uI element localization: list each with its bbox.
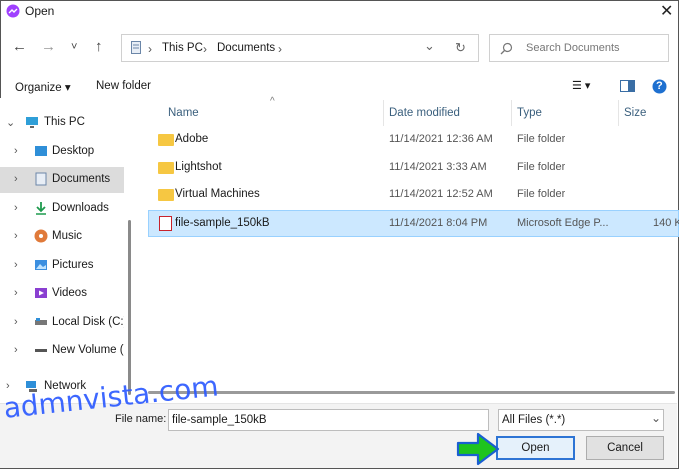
new-folder-button[interactable]: New folder (96, 80, 151, 92)
file-type: File folder (517, 161, 566, 173)
sidebar-item-videos[interactable]: › Videos (0, 281, 124, 307)
file-row-lightshot[interactable]: Lightshot 11/14/2021 3:33 AM File folder (148, 155, 679, 182)
help-label: ? (656, 80, 663, 92)
search-icon (500, 42, 513, 55)
chevron-right-icon[interactable]: › (14, 230, 18, 242)
chevron-down-icon[interactable]: ⌄ (6, 116, 15, 129)
folder-icon (158, 189, 174, 201)
breadcrumb-this-pc[interactable]: This PC (162, 42, 203, 54)
horizontal-scrollbar[interactable] (148, 391, 675, 394)
column-divider[interactable] (511, 100, 512, 126)
file-type: File folder (517, 133, 566, 145)
music-icon (34, 229, 48, 243)
sidebar-item-label: Downloads (52, 202, 109, 214)
sidebar-item-label: Pictures (52, 259, 94, 271)
sidebar-item-label: Music (52, 230, 83, 242)
messenger-icon (6, 4, 20, 18)
sidebar-item-label: New Volume (D (52, 344, 124, 356)
chevron-down-icon[interactable]: ⌄ (651, 411, 661, 425)
file-row-virtual-machines[interactable]: Virtual Machines 11/14/2021 12:52 AM Fil… (148, 182, 679, 209)
breadcrumb-separator: › (148, 42, 152, 56)
folder-icon (158, 134, 174, 146)
chevron-down-icon[interactable]: ⌄ (424, 38, 435, 54)
sidebar-item-label: Local Disk (C:) (52, 316, 124, 328)
documents-icon (35, 172, 47, 186)
breadcrumb-documents[interactable]: Documents (217, 42, 275, 54)
cancel-button[interactable]: Cancel (586, 436, 664, 460)
sidebar-item-local-disk-c[interactable]: › Local Disk (C:) (0, 310, 124, 336)
folder-icon (158, 162, 174, 174)
preview-pane-icon[interactable] (620, 80, 635, 92)
drive-icon (35, 318, 47, 325)
chevron-right-icon[interactable]: › (14, 259, 18, 271)
sidebar-item-label: Videos (52, 287, 87, 299)
file-row-file-sample-150kb[interactable]: file-sample_150kB 11/14/2021 8:04 PM Mic… (148, 210, 679, 237)
desktop-icon (35, 146, 47, 156)
column-divider[interactable] (383, 100, 384, 126)
file-type-value: All Files (*.*) (502, 414, 566, 426)
sidebar-scrollbar[interactable] (128, 220, 131, 395)
column-divider[interactable] (618, 100, 619, 126)
file-date: 11/14/2021 8:04 PM (389, 217, 488, 229)
chevron-right-icon[interactable]: › (14, 145, 18, 157)
sidebar-item-label: Documents (52, 173, 111, 185)
view-options-button[interactable]: ☰ ▾ (572, 79, 590, 92)
refresh-icon[interactable]: ↻ (455, 40, 466, 56)
sidebar-item-desktop[interactable]: › Desktop (0, 139, 124, 165)
sidebar-item-new-volume-d[interactable]: › New Volume (D (0, 338, 124, 364)
sidebar-item-documents[interactable]: › Documents (0, 167, 124, 193)
file-date: 11/14/2021 12:52 AM (389, 188, 493, 200)
file-date: 11/14/2021 12:36 AM (389, 133, 493, 145)
file-name-label: File name: (115, 413, 167, 425)
file-name: Adobe (175, 133, 209, 145)
drive-icon (35, 349, 47, 352)
file-row-adobe[interactable]: Adobe 11/14/2021 12:36 AM File folder (148, 127, 679, 154)
search-placeholder[interactable]: Search Documents (526, 42, 620, 54)
title-bar (0, 0, 677, 22)
sort-ascending-icon: ^ (270, 96, 275, 107)
breadcrumb-separator: › (203, 42, 207, 56)
file-size: 140 K (653, 217, 679, 229)
file-type-select[interactable]: All Files (*.*) (498, 409, 664, 431)
column-header-name[interactable]: Name (168, 107, 199, 119)
file-name-input[interactable]: file-sample_150kB (168, 409, 489, 431)
download-icon (36, 202, 46, 215)
close-icon[interactable]: ✕ (660, 1, 673, 21)
breadcrumb-separator: › (278, 42, 282, 56)
chevron-right-icon[interactable]: › (14, 202, 18, 214)
videos-icon (35, 288, 47, 298)
chevron-right-icon[interactable]: › (14, 316, 18, 328)
sidebar-item-downloads[interactable]: › Downloads (0, 196, 124, 222)
column-header-date-modified[interactable]: Date modified (389, 107, 460, 119)
documents-icon (131, 41, 141, 54)
file-date: 11/14/2021 3:33 AM (389, 161, 487, 173)
chevron-right-icon[interactable]: › (14, 287, 18, 299)
file-name: Lightshot (175, 161, 222, 173)
file-name: file-sample_150kB (175, 217, 270, 229)
sidebar-item-label: This PC (44, 116, 85, 128)
arrow-annotation-icon (456, 432, 500, 466)
file-name: Virtual Machines (175, 188, 260, 200)
sidebar-item-label: Desktop (52, 145, 95, 157)
sidebar-item-this-pc[interactable]: ⌄ This PC (0, 110, 124, 136)
file-type: Microsoft Edge P... (517, 217, 609, 229)
column-header-type[interactable]: Type (517, 107, 542, 119)
forward-button[interactable]: → (41, 38, 56, 55)
window-title: Open (25, 4, 55, 18)
chevron-right-icon[interactable]: › (14, 173, 18, 185)
organize-button[interactable]: Organize ▾ (15, 80, 71, 94)
monitor-icon (26, 117, 38, 128)
pdf-icon (159, 216, 172, 231)
chevron-right-icon[interactable]: › (14, 344, 18, 356)
pictures-icon (35, 260, 47, 270)
up-button[interactable]: ↑ (95, 38, 103, 55)
sidebar-item-pictures[interactable]: › Pictures (0, 253, 124, 279)
file-type: File folder (517, 188, 566, 200)
sidebar-item-music[interactable]: › Music (0, 224, 124, 250)
column-header-size[interactable]: Size (624, 107, 646, 119)
open-button[interactable]: Open (496, 436, 575, 460)
back-button[interactable]: ← (12, 38, 27, 55)
recent-locations-button[interactable]: ˅ (71, 41, 77, 53)
